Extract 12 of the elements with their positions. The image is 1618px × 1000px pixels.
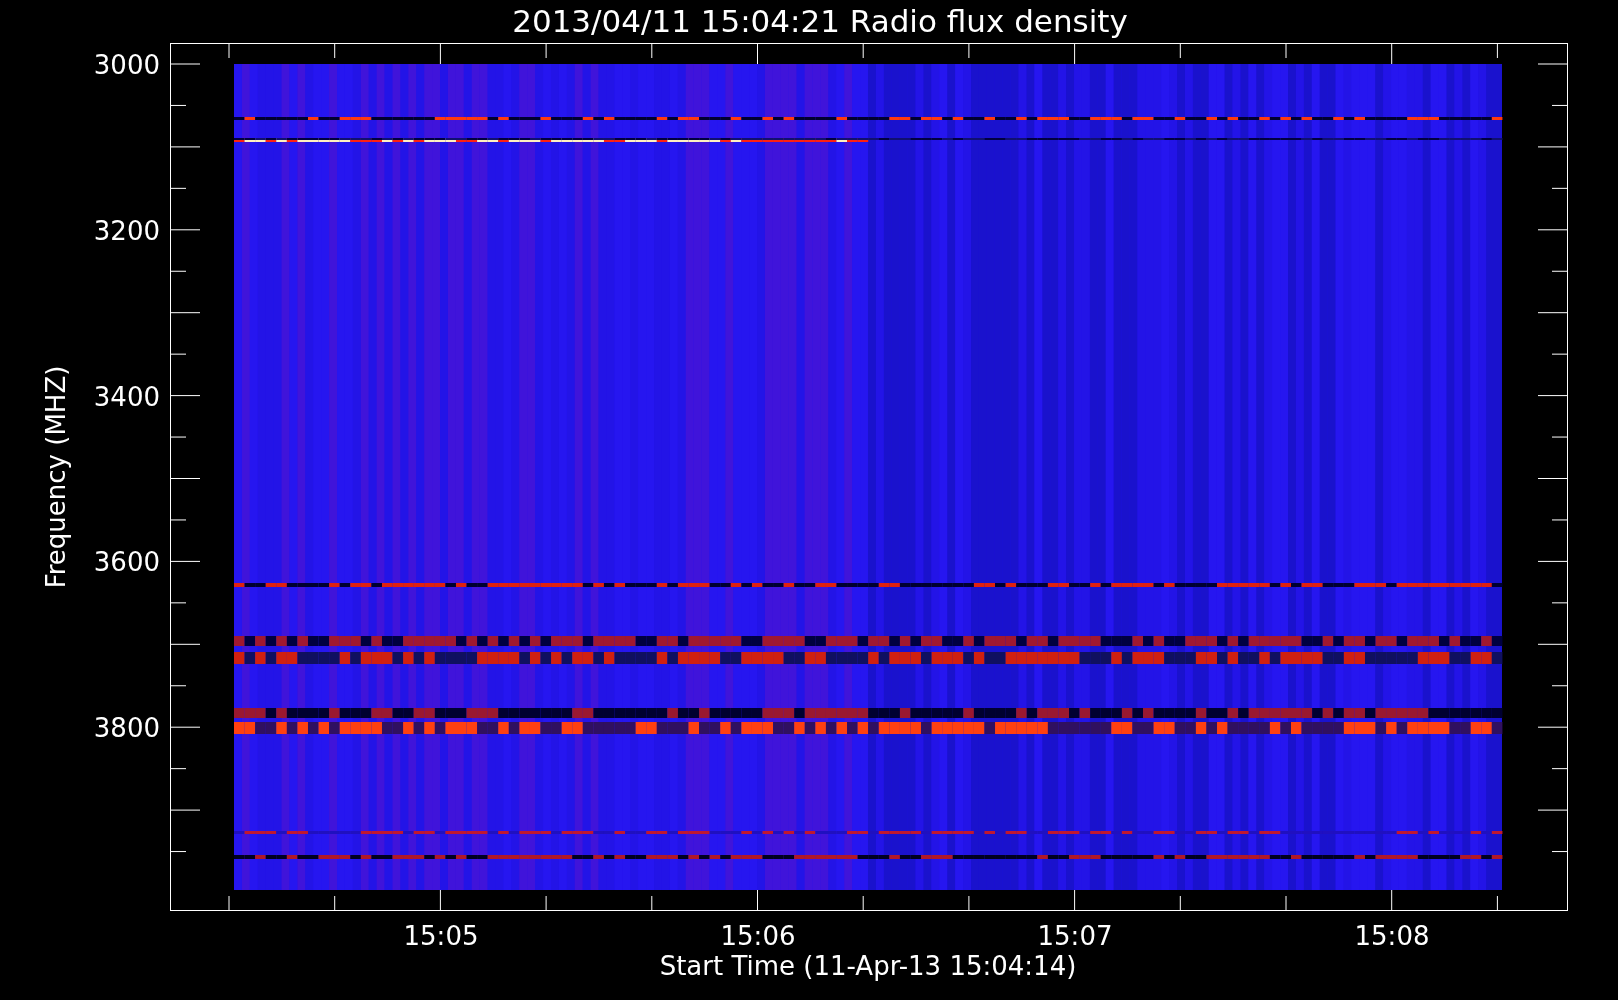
x-tick-label: 15:05 [403, 921, 479, 951]
x-tick-label: 15:08 [1354, 921, 1430, 951]
y-tick-label: 3000 [93, 50, 160, 80]
chart-title: 2013/04/11 15:04:21 Radio flux density [512, 3, 1128, 39]
y-tick-label: 3200 [93, 215, 160, 246]
x-axis-label: Start Time (11-Apr-13 15:04:14) [659, 951, 1077, 981]
y-axis-label: Frequency (MHZ) [41, 365, 71, 589]
y-tick-label: 3600 [93, 547, 160, 578]
y-tick-label: 3400 [93, 381, 160, 412]
x-tick-label: 15:06 [720, 921, 796, 951]
y-tick-label: 3800 [93, 713, 160, 744]
x-tick-label: 15:07 [1037, 921, 1113, 951]
